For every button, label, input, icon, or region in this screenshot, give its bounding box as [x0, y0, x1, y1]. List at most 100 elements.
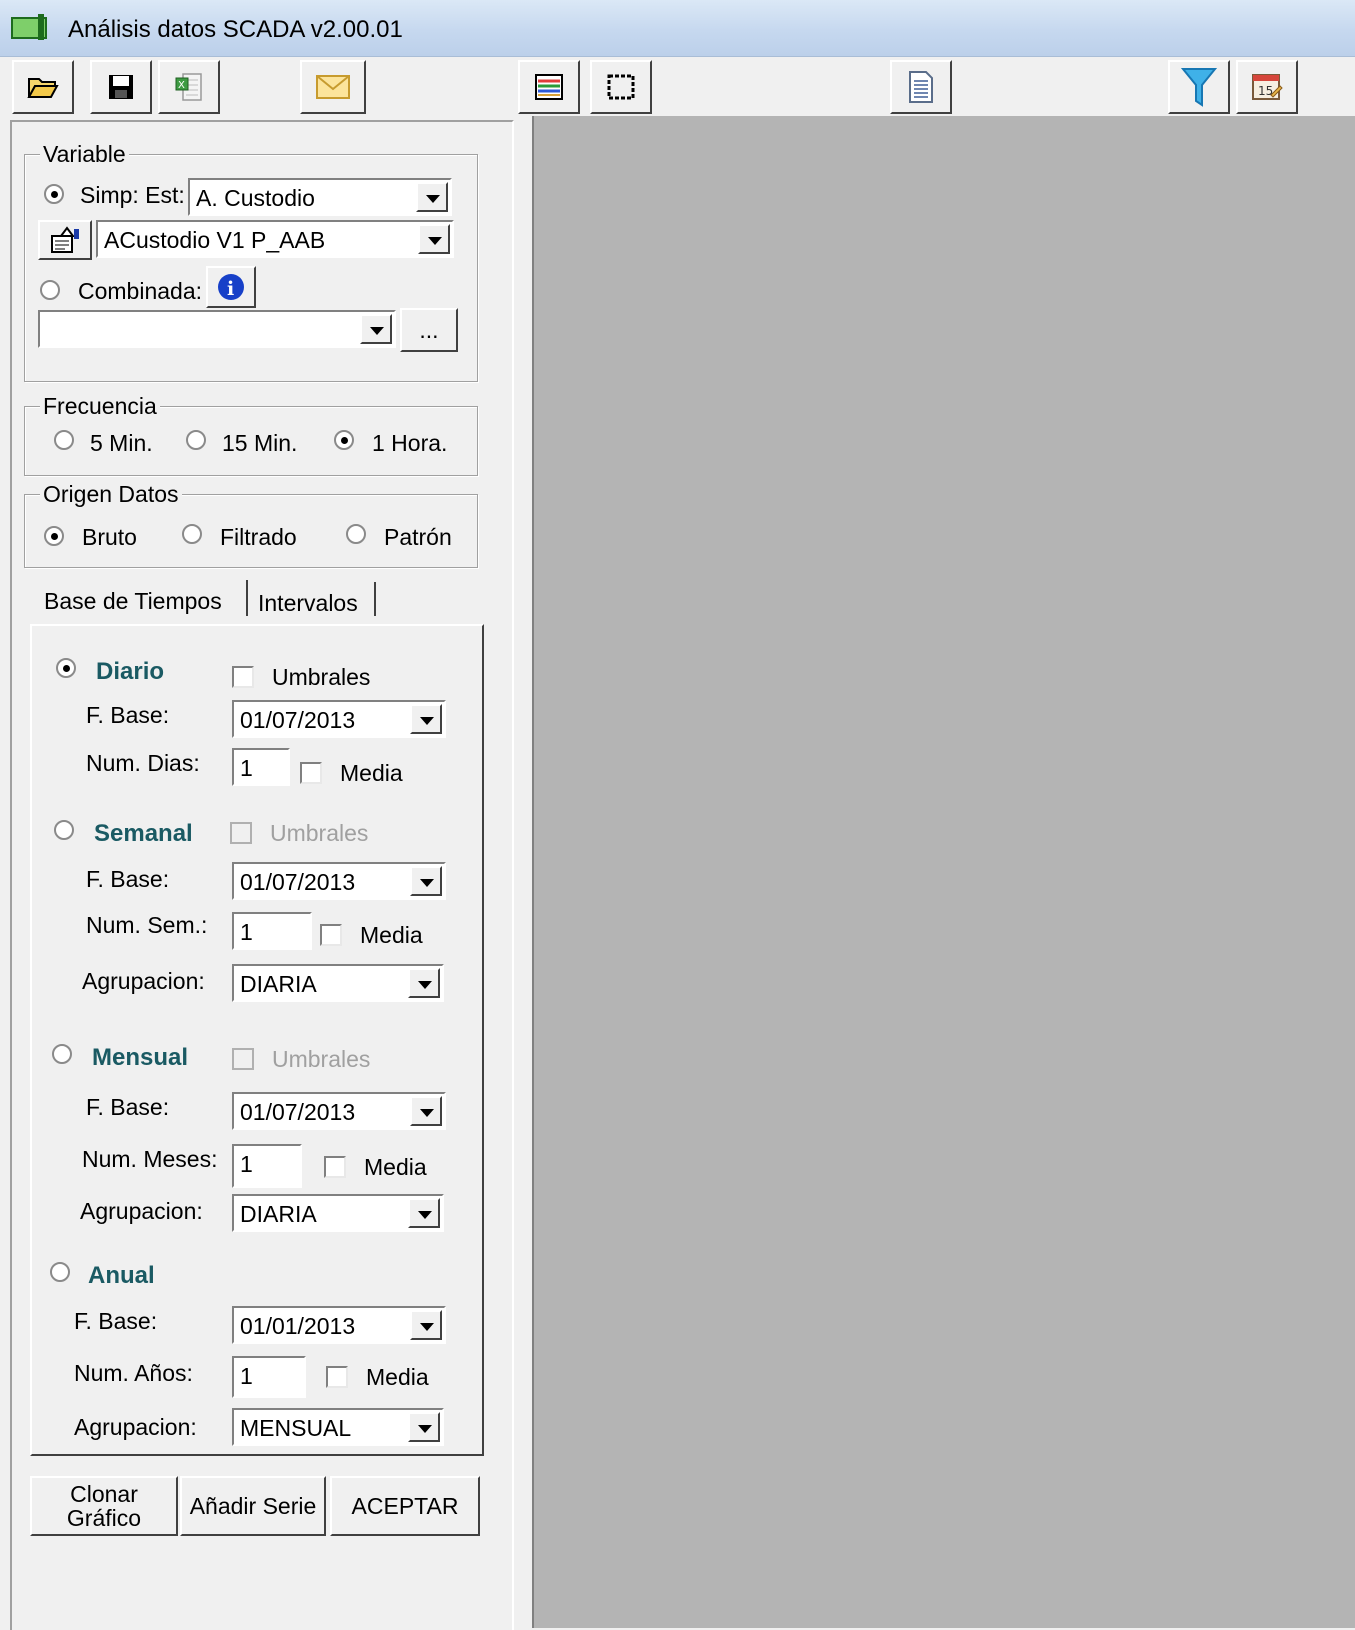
- monthly-thresholds-label: Umbrales: [272, 1046, 371, 1072]
- weekly-title: Semanal: [94, 820, 193, 847]
- calendar-button[interactable]: 15: [1236, 60, 1298, 114]
- monthly-count-input[interactable]: 1: [232, 1144, 302, 1188]
- tab-divider: [246, 580, 248, 616]
- svg-text:X: X: [178, 80, 185, 91]
- daily-base-label: F. Base:: [86, 702, 170, 728]
- select-area-button[interactable]: [590, 60, 652, 114]
- chevron-down-icon[interactable]: [408, 968, 440, 998]
- select-area-icon: [607, 74, 635, 100]
- chevron-down-icon[interactable]: [410, 866, 442, 896]
- save-disk-icon: [109, 75, 133, 99]
- monthly-group-value: DIARIA: [240, 1201, 317, 1227]
- tab-intervalos[interactable]: Intervalos: [258, 592, 358, 615]
- chevron-down-icon[interactable]: [408, 1412, 440, 1442]
- yearly-radio[interactable]: [50, 1262, 70, 1282]
- monthly-base-date[interactable]: 01/07/2013: [232, 1092, 446, 1130]
- yearly-base-date[interactable]: 01/01/2013: [232, 1306, 446, 1344]
- daily-count-value: 1: [240, 755, 253, 781]
- monthly-thresholds-checkbox: [232, 1048, 254, 1070]
- yearly-count-input[interactable]: 1: [232, 1356, 306, 1398]
- save-button[interactable]: [90, 60, 152, 114]
- origin-raw-radio[interactable]: [44, 526, 64, 546]
- yearly-mean-label: Media: [366, 1364, 429, 1390]
- freq-1hour-radio[interactable]: [334, 430, 354, 450]
- signal-select[interactable]: ACustodio V1 P_AAB: [96, 220, 454, 258]
- weekly-thresholds-checkbox: [230, 822, 252, 844]
- combined-radio[interactable]: [40, 280, 60, 300]
- chevron-down-icon[interactable]: [410, 704, 442, 734]
- daily-radio[interactable]: [56, 658, 76, 678]
- window-title: Análisis datos SCADA v2.00.01: [68, 16, 403, 43]
- daily-base-value: 01/07/2013: [240, 707, 356, 733]
- yearly-group-label: Agrupacion:: [74, 1414, 197, 1440]
- browse-button[interactable]: ...: [400, 308, 458, 352]
- weekly-radio[interactable]: [54, 820, 74, 840]
- chevron-down-icon[interactable]: [410, 1310, 442, 1340]
- monthly-count-label: Num. Meses:: [82, 1146, 218, 1172]
- origin-filtered-label: Filtrado: [220, 524, 297, 550]
- chevron-down-icon[interactable]: [408, 1198, 440, 1228]
- properties-icon: [51, 226, 79, 253]
- mail-button[interactable]: [300, 60, 366, 114]
- weekly-count-input[interactable]: 1: [232, 912, 312, 950]
- tab-divider: [374, 582, 376, 616]
- accept-button[interactable]: ACEPTAR: [330, 1476, 480, 1536]
- open-button[interactable]: [12, 60, 74, 114]
- weekly-thresholds-label: Umbrales: [270, 820, 369, 846]
- freq-5min-radio[interactable]: [54, 430, 74, 450]
- chart-series-button[interactable]: [518, 60, 580, 114]
- export-excel-button[interactable]: X: [158, 60, 220, 114]
- clone-line1: Clonar: [70, 1480, 138, 1507]
- daily-mean-checkbox[interactable]: [300, 762, 322, 784]
- mail-envelope-icon: [316, 75, 350, 99]
- weekly-mean-checkbox[interactable]: [320, 924, 342, 946]
- weekly-group-select[interactable]: DIARIA: [232, 964, 444, 1002]
- origin-raw-label: Bruto: [82, 524, 137, 550]
- clone-chart-button[interactable]: Clonar Gráfico: [30, 1476, 178, 1536]
- chevron-down-icon[interactable]: [360, 314, 392, 344]
- chart-area: [532, 116, 1355, 1628]
- origin-filtered-radio[interactable]: [182, 524, 202, 544]
- svg-text:i: i: [227, 278, 234, 300]
- filter-button[interactable]: [1168, 60, 1230, 114]
- report-document-icon: [909, 71, 933, 103]
- freq-15min-radio[interactable]: [186, 430, 206, 450]
- tab-base-de-tiempos[interactable]: Base de Tiempos: [44, 590, 222, 613]
- monthly-group-select[interactable]: DIARIA: [232, 1194, 444, 1232]
- weekly-count-label: Num. Sem.:: [86, 912, 208, 938]
- station-value: A. Custodio: [196, 185, 315, 211]
- properties-button[interactable]: [38, 220, 92, 260]
- combined-info-button[interactable]: i: [206, 266, 256, 308]
- yearly-group-select[interactable]: MENSUAL: [232, 1408, 444, 1446]
- clone-line2: Gráfico: [66, 1505, 142, 1531]
- simple-radio[interactable]: [44, 184, 64, 204]
- simple-label: Simp: Est:: [80, 182, 185, 208]
- monthly-radio[interactable]: [52, 1044, 72, 1064]
- monthly-group-label: Agrupacion:: [80, 1198, 203, 1224]
- monthly-title: Mensual: [92, 1044, 189, 1071]
- station-select[interactable]: A. Custodio: [188, 178, 452, 216]
- weekly-base-date[interactable]: 01/07/2013: [232, 862, 446, 900]
- app-icon: [10, 12, 50, 47]
- add-series-button[interactable]: Añadir Serie: [180, 1476, 326, 1536]
- report-button[interactable]: [890, 60, 952, 114]
- weekly-group-label: Agrupacion:: [82, 968, 205, 994]
- daily-title: Diario: [96, 658, 165, 685]
- daily-base-date[interactable]: 01/07/2013: [232, 700, 446, 738]
- yearly-mean-checkbox[interactable]: [326, 1366, 348, 1388]
- origin-pattern-radio[interactable]: [346, 524, 366, 544]
- monthly-mean-checkbox[interactable]: [324, 1156, 346, 1178]
- chevron-down-icon[interactable]: [410, 1096, 442, 1126]
- monthly-count-value: 1: [240, 1151, 253, 1177]
- yearly-count-value: 1: [240, 1363, 253, 1389]
- combined-select[interactable]: [38, 310, 396, 348]
- origin-legend: Origen Datos: [40, 483, 182, 506]
- daily-thresholds-label: Umbrales: [272, 664, 371, 690]
- chevron-down-icon[interactable]: [416, 182, 448, 212]
- daily-thresholds-checkbox[interactable]: [232, 666, 254, 688]
- chevron-down-icon[interactable]: [418, 224, 450, 254]
- weekly-base-value: 01/07/2013: [240, 869, 356, 895]
- daily-count-input[interactable]: 1: [232, 748, 290, 786]
- yearly-group-value: MENSUAL: [240, 1415, 352, 1441]
- weekly-mean-label: Media: [360, 922, 423, 948]
